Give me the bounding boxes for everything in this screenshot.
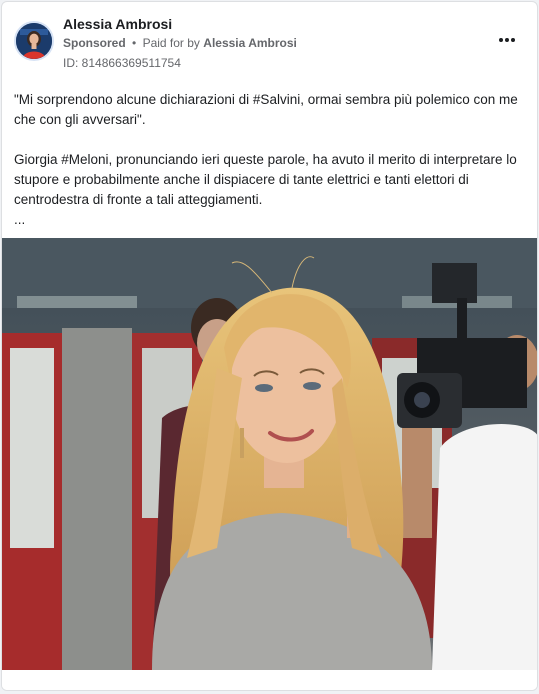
author-name[interactable]: Alessia Ambrosi bbox=[63, 16, 172, 32]
post-text: "Mi sorprendono alcune dichiarazioni di … bbox=[14, 90, 526, 230]
paid-for-name: Alessia Ambrosi bbox=[203, 36, 297, 50]
see-more-ellipsis[interactable]: ... bbox=[14, 210, 526, 230]
sponsored-label[interactable]: Sponsored bbox=[63, 36, 126, 50]
post-paragraph-2: Giorgia #Meloni, pronunciando ieri quest… bbox=[14, 152, 517, 207]
avatar-image bbox=[16, 23, 52, 59]
more-options-icon[interactable] bbox=[495, 30, 519, 50]
ad-post-card: Alessia Ambrosi Sponsored • Paid for by … bbox=[1, 1, 538, 691]
ad-id: ID: 814866369511754 bbox=[63, 56, 181, 70]
sponsored-line: Sponsored • Paid for by Alessia Ambrosi bbox=[63, 36, 297, 50]
post-photo[interactable] bbox=[2, 238, 537, 670]
author-avatar[interactable] bbox=[14, 21, 54, 61]
post-header: Alessia Ambrosi Sponsored • Paid for by … bbox=[2, 2, 537, 82]
meta-separator: • bbox=[132, 36, 137, 50]
post-paragraph-1: "Mi sorprendono alcune dichiarazioni di … bbox=[14, 92, 518, 127]
card-footer bbox=[2, 670, 537, 690]
photo-illustration bbox=[2, 238, 537, 670]
paid-for-prefix: Paid for by bbox=[142, 36, 200, 50]
